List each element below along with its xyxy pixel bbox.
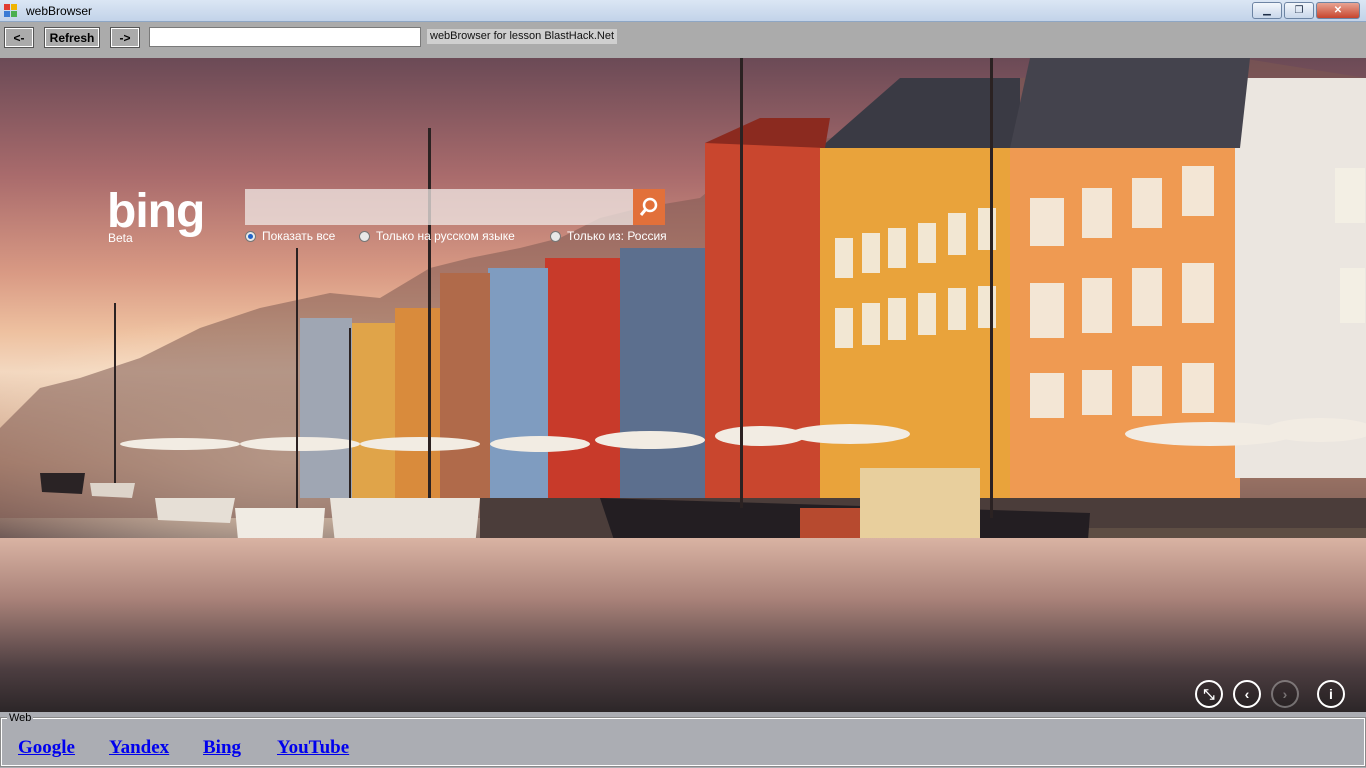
bing-logo[interactable]: bing xyxy=(107,188,205,236)
title-bar: webBrowser ▁ ❐ ✕ xyxy=(0,0,1366,22)
radio-label: Только на русском языке xyxy=(376,229,515,243)
link-google[interactable]: Google xyxy=(18,737,75,759)
web-links-group: Web Google Yandex Bing YouTube xyxy=(0,712,1366,767)
link-youtube[interactable]: YouTube xyxy=(277,737,349,759)
boat-mast xyxy=(349,328,351,498)
toolbar: <- Refresh -> webBrowser for lesson Blas… xyxy=(0,22,1366,58)
close-icon: ✕ xyxy=(1333,5,1343,16)
radio-label: Только из: Россия xyxy=(567,229,667,243)
chevron-right-icon: › xyxy=(1282,686,1288,702)
bing-search-input[interactable] xyxy=(245,189,633,225)
canal-water xyxy=(0,538,1366,712)
link-yandex[interactable]: Yandex xyxy=(109,737,169,759)
back-button[interactable]: <- xyxy=(4,27,34,48)
radio-button[interactable] xyxy=(550,230,561,242)
boat-mast xyxy=(990,58,993,518)
window-title: webBrowser xyxy=(26,4,93,18)
window-controls: ▁ ❐ ✕ xyxy=(1252,2,1360,19)
boat-mast xyxy=(428,128,431,498)
radio-show-all[interactable]: Показать все xyxy=(245,229,335,243)
app-icon xyxy=(4,4,18,18)
radio-label: Показать все xyxy=(262,229,336,243)
radio-russian-language[interactable]: Только на русском языке xyxy=(359,229,515,243)
restore-button[interactable]: ❐ xyxy=(1284,2,1314,19)
minimize-icon: ▁ xyxy=(1263,5,1271,16)
radio-button[interactable] xyxy=(359,230,370,242)
chevron-left-icon: ‹ xyxy=(1244,686,1250,702)
group-title: Web xyxy=(7,712,34,724)
boat-mast xyxy=(296,248,298,508)
search-icon xyxy=(639,197,658,216)
collapse-button[interactable]: ⤡ xyxy=(1195,680,1223,708)
forward-button[interactable]: -> xyxy=(110,27,140,48)
next-image-button[interactable]: › xyxy=(1271,680,1299,708)
collapse-icon: ⤡ xyxy=(1203,685,1215,702)
url-input[interactable] xyxy=(149,27,421,47)
radio-button[interactable] xyxy=(245,230,256,242)
previous-image-button[interactable]: ‹ xyxy=(1233,680,1261,708)
minimize-button[interactable]: ▁ xyxy=(1252,2,1282,19)
info-icon: i xyxy=(1329,686,1333,702)
browser-viewport[interactable]: bing Beta Показать все Только на русском… xyxy=(0,58,1366,712)
bing-beta-label: Beta xyxy=(108,231,133,245)
bing-search-button[interactable] xyxy=(633,189,665,225)
info-button[interactable]: i xyxy=(1317,680,1345,708)
radio-from-russia[interactable]: Только из: Россия xyxy=(550,229,667,243)
boat-mast xyxy=(740,58,743,508)
restore-icon: ❐ xyxy=(1294,5,1304,16)
info-label: webBrowser for lesson BlastHack.Net xyxy=(427,29,618,44)
link-bing[interactable]: Bing xyxy=(203,737,241,759)
boat-mast xyxy=(114,303,116,483)
refresh-button[interactable]: Refresh xyxy=(44,27,100,48)
close-button[interactable]: ✕ xyxy=(1316,2,1360,19)
